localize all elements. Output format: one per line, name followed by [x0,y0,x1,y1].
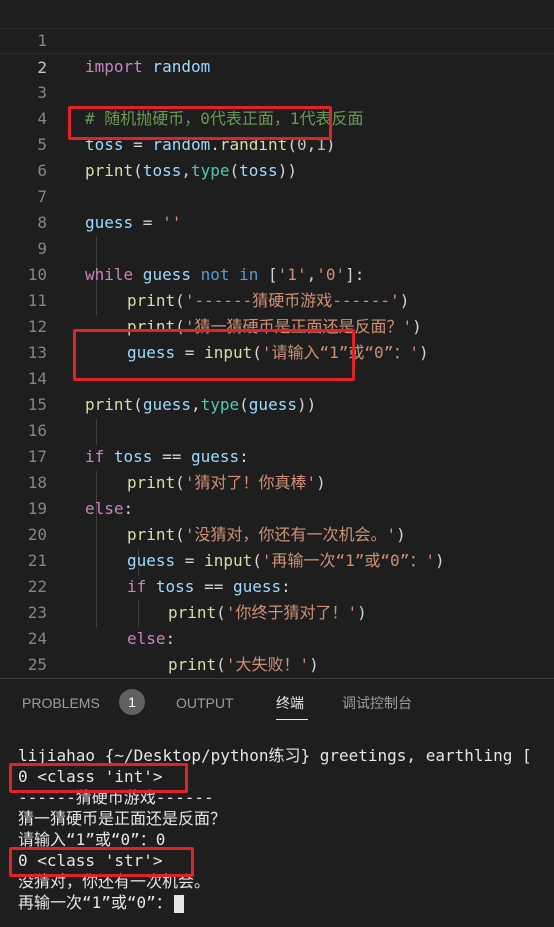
code-line[interactable]: 25 [0,626,554,674]
code-line[interactable]: 3 # 随机抛硬币，0代表正面，1代表反面 [0,54,554,128]
tab-problems[interactable]: PROBLEMS [22,691,100,715]
highlight-box-line14 [73,329,355,381]
code-editor[interactable]: 1 import random 2 3 # 随机抛硬币，0代表正面，1代表反面 … [0,0,554,678]
code-line[interactable]: 1 import random [0,2,554,76]
code-line[interactable]: 8 [0,184,554,232]
problems-count-badge: 1 [119,689,145,715]
code-line[interactable]: 23 else: [0,574,554,648]
tab-output[interactable]: OUTPUT [176,691,234,715]
code-line[interactable]: 9 while guess not in ['1','0']: [0,210,554,284]
highlight-box-int [9,763,188,793]
code-line[interactable]: 24 print('大失败！') [0,600,554,674]
bottom-panel: PROBLEMS 1 OUTPUT 终端 调试控制台 lijiahao {~/D… [0,678,554,927]
tab-terminal[interactable]: 终端 [276,691,304,715]
terminal-prompt-text: 再输一次“1”或“0”： [18,893,172,912]
code-line[interactable]: 12 guess = input('请输入“1”或“0”：') [0,288,554,362]
prompt-greeting: greetings, earthling [ [310,746,532,765]
terminal-cursor [173,894,184,913]
code-line[interactable]: 18 else: [0,444,554,518]
code-line[interactable]: 20 guess = input('再输一次“1”或“0”：') [0,496,554,570]
terminal-input-line[interactable]: 再输一次“1”或“0”： [18,892,184,913]
highlight-box-line5 [68,106,332,140]
code-line[interactable]: 11 print('猜一猜硬币是正面还是反面？') [0,262,554,336]
terminal-output-line: 猜一猜硬币是正面还是反面？ [18,809,227,828]
code-line[interactable]: 7 guess = '' [0,158,554,232]
code-line[interactable]: 16 if toss == guess: [0,392,554,466]
code-line[interactable]: 19 print('没猜对，你还有一次机会。') [0,470,554,544]
code-line-current[interactable]: 2 [0,28,554,77]
code-line[interactable]: 26 [0,652,554,678]
code-line[interactable]: 10 print('------猜硬币游戏------') [0,236,554,310]
active-tab-indicator [276,719,308,720]
code-line[interactable]: 21 if toss == guess: [0,522,554,596]
tab-debug-console[interactable]: 调试控制台 [342,691,412,715]
code-line[interactable]: 17 print('猜对了！你真棒') [0,418,554,492]
code-line[interactable]: 4 toss = random.randint(0,1) [0,80,554,154]
code-line[interactable]: 22 print('你终于猜对了！') [0,548,554,622]
highlight-box-str [9,847,194,877]
